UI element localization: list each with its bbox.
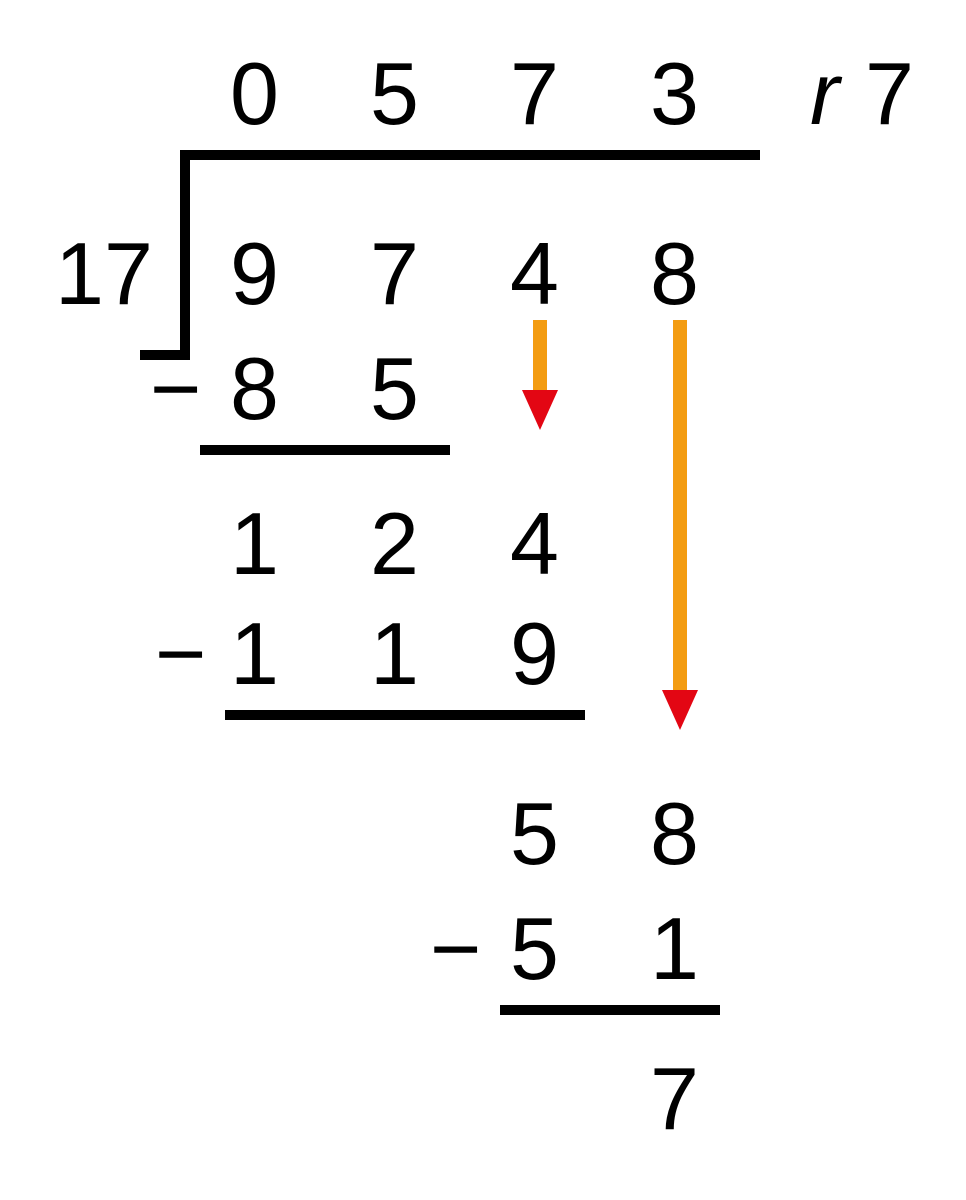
- diff2-digit-0: 5: [510, 790, 559, 878]
- arrow-bring-down-2: [660, 320, 720, 740]
- diff1-digit-2: 4: [510, 500, 559, 588]
- quotient-digit-3: 3: [650, 50, 699, 138]
- step2-digit-0: 1: [230, 610, 279, 698]
- dividend-digit-0: 9: [230, 230, 279, 318]
- diff1-digit-1: 2: [370, 500, 419, 588]
- diff2-digit-1: 8: [650, 790, 699, 878]
- rule-3: [500, 1005, 720, 1015]
- quotient-digit-1: 5: [370, 50, 419, 138]
- dividend-digit-3: 8: [650, 230, 699, 318]
- step2-digit-2: 9: [510, 610, 559, 698]
- long-division-diagram: 0 5 7 3 r 7 17 9 7 4 8 − 8 5 1 2 4 − 1 1…: [0, 0, 966, 1200]
- quotient-digit-2: 7: [510, 50, 559, 138]
- step1-digit-1: 5: [370, 345, 419, 433]
- step3-digit-0: 5: [510, 905, 559, 993]
- remainder-label: r: [810, 50, 839, 138]
- step2-digit-1: 1: [370, 610, 419, 698]
- quotient-digit-0: 0: [230, 50, 279, 138]
- dividend-digit-2: 4: [510, 230, 559, 318]
- step1-digit-0: 8: [230, 345, 279, 433]
- step3-digit-1: 1: [650, 905, 699, 993]
- final-remainder: 7: [650, 1055, 699, 1143]
- divisor: 17: [55, 230, 153, 318]
- minus-sign-1: −: [150, 345, 201, 433]
- dividend-digit-1: 7: [370, 230, 419, 318]
- minus-sign-3: −: [430, 905, 481, 993]
- remainder-value: 7: [865, 50, 914, 138]
- arrow-bring-down-1: [520, 320, 580, 440]
- division-bar-top: [180, 150, 760, 160]
- minus-sign-2: −: [155, 610, 206, 698]
- division-bar-vertical: [180, 150, 190, 360]
- diff1-digit-0: 1: [230, 500, 279, 588]
- rule-1: [200, 445, 450, 455]
- rule-2: [225, 710, 585, 720]
